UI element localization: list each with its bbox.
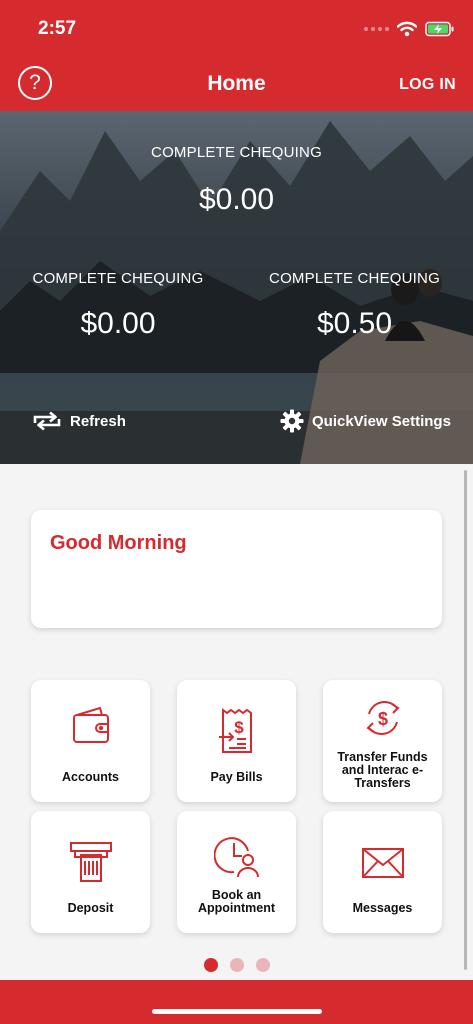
home-indicator[interactable] xyxy=(152,1009,322,1014)
quickview-panel: COMPLETE CHEQUING $0.00 COMPLETE CHEQUIN… xyxy=(0,111,473,464)
scrollbar[interactable] xyxy=(464,470,467,970)
login-button[interactable]: LOG IN xyxy=(399,76,456,94)
page-dot[interactable] xyxy=(255,958,270,972)
account-balance: $0.00 xyxy=(80,307,156,340)
account-balance: $0.50 xyxy=(316,307,393,340)
account-label: COMPLETE CHEQUING xyxy=(269,270,440,287)
nav-bar: ? Home LOG IN xyxy=(0,58,473,111)
atm-deposit-icon xyxy=(69,842,112,882)
svg-text:$: $ xyxy=(234,718,244,737)
tile-label: Messages xyxy=(352,901,413,915)
signal-icon xyxy=(364,27,389,31)
greeting-text: Good Morning xyxy=(50,532,187,554)
page-indicator xyxy=(0,958,473,972)
tile-label: Deposit xyxy=(67,901,114,915)
tile-label: Transfer Funds and Interac e-Transfers xyxy=(337,750,428,790)
account-label: COMPLETE CHEQUING xyxy=(151,144,322,161)
tile-deposit[interactable]: Deposit xyxy=(31,811,150,933)
page-dot-active[interactable] xyxy=(203,958,218,972)
wifi-icon xyxy=(397,21,417,37)
tile-accounts[interactable]: Accounts xyxy=(31,680,150,802)
tile-book-appointment[interactable]: Book an Appointment xyxy=(177,811,296,933)
wallet-icon xyxy=(72,706,109,743)
tile-label: Book an Appointment xyxy=(197,888,276,915)
tile-transfer-funds[interactable]: $ Transfer Funds and Interac e-Transfers xyxy=(323,680,442,802)
status-bar: 2:57 xyxy=(0,0,473,58)
status-icons xyxy=(364,19,455,39)
tile-messages[interactable]: Messages xyxy=(323,811,442,933)
battery-charging-icon xyxy=(425,21,454,37)
refresh-button[interactable]: Refresh xyxy=(32,411,126,431)
svg-text:$: $ xyxy=(377,709,387,729)
refresh-icon xyxy=(33,411,61,431)
tile-label: Pay Bills xyxy=(210,770,263,784)
status-time: 2:57 xyxy=(38,18,77,39)
transfer-dollar-icon: $ xyxy=(365,701,400,735)
quickview-settings-button[interactable]: QuickView Settings xyxy=(280,409,451,433)
refresh-label: Refresh xyxy=(70,412,126,430)
account-label: COMPLETE CHEQUING xyxy=(32,270,204,287)
clock-person-icon xyxy=(213,837,259,878)
account-item[interactable]: COMPLETE CHEQUING $0.00 xyxy=(0,270,236,341)
account-item[interactable]: COMPLETE CHEQUING $0.50 xyxy=(236,270,473,341)
page-dot[interactable] xyxy=(229,958,244,972)
envelope-icon xyxy=(361,848,404,878)
tile-pay-bills[interactable]: $ Pay Bills xyxy=(177,680,296,802)
receipt-dollar-icon: $ xyxy=(218,708,252,753)
quickview-settings-label: QuickView Settings xyxy=(312,412,451,430)
account-balance: $0.00 xyxy=(198,183,275,216)
primary-account[interactable]: COMPLETE CHEQUING $0.00 xyxy=(0,144,473,217)
bottom-bar xyxy=(0,980,473,1024)
gear-icon xyxy=(280,409,304,433)
greeting-card: Good Morning xyxy=(31,510,442,628)
tile-label: Accounts xyxy=(62,770,119,784)
